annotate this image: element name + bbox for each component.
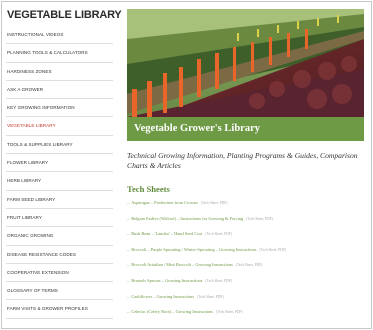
tech-sheet-meta: (Tech Sheet, PDF): [197, 294, 224, 299]
sidebar-item[interactable]: INSTRUCTIONAL VIDEOS: [6, 26, 113, 45]
list-dash: –: [127, 262, 130, 268]
hero-image: Vegetable Grower's Library: [127, 9, 364, 141]
list-dash: –: [127, 215, 130, 221]
tech-sheet-link[interactable]: Bush Bean – 'Lanoko' – Hand Seed Cost: [131, 231, 202, 236]
tech-sheet-meta: (Tech Sheet, PDF): [259, 247, 287, 252]
sidebar-item[interactable]: GLOSSARY OF TERMS: [6, 282, 113, 301]
tech-sheet-meta: (Tech Sheet, PDF): [205, 278, 233, 283]
tech-sheets-list: – Asparagus – Production from Crowns (Tech…: [127, 200, 364, 326]
tech-sheet-item: – Broccoli – Purple Sprouting / Winter-Sp…: [127, 246, 364, 264]
sidebar: VEGETABLE LIBRARY INSTRUCTIONAL VIDEOS PL…: [6, 6, 122, 328]
tech-sheet-item: – Belgian Endive (Witloof) – Instructions…: [127, 215, 364, 233]
sidebar-item[interactable]: ASK A GROWER: [6, 81, 113, 100]
tech-sheet-meta: (Tech Sheet, PDF): [216, 310, 243, 315]
sidebar-item[interactable]: FARM SEED LIBRARY: [6, 191, 113, 209]
tech-sheet-item: – Brussels Sprouts – Growing Instructions…: [127, 277, 364, 295]
list-dash: –: [127, 231, 130, 237]
sidebar-item[interactable]: TOOLS & SUPPLIES LIBRARY: [6, 136, 113, 155]
list-dash: –: [127, 200, 130, 205]
sidebar-item[interactable]: KEY GROWING INFORMATION: [6, 99, 113, 118]
tech-sheet-item: – Cauliflower – Growing Instructions (Tech…: [127, 293, 364, 311]
tech-sheet-link[interactable]: Broccoli Aritalian / Mini Broccoli – Gro…: [131, 262, 233, 267]
sidebar-item[interactable]: FARM VISITS & GROWER PROFILES: [6, 300, 113, 319]
tech-sheet-link[interactable]: Asparagus – Production from Crowns: [131, 200, 198, 205]
sidebar-item[interactable]: COOPERATIVE EXTENSION: [6, 264, 113, 283]
tech-sheet-meta: (Tech Sheet, PDF): [246, 216, 273, 221]
sidebar-item[interactable]: HARDINESS ZONES: [6, 63, 113, 81]
tech-sheet-item: – Broccoli Aritalian / Mini Broccoli – Gr…: [127, 263, 364, 279]
tech-sheet-meta: (Tech Sheet, PDF): [205, 232, 233, 237]
sidebar-title: VEGETABLE LIBRARY: [7, 9, 122, 21]
tech-sheet-meta: (Tech Sheet, PDF): [235, 263, 263, 268]
tech-sheet-item: – Celeriac (Celery Root) – Growing Instru…: [127, 309, 364, 326]
tech-sheet-link[interactable]: Celeriac (Celery Root) – Growing Instruc…: [131, 309, 213, 314]
sidebar-item[interactable]: ORGANIC GROWING: [6, 227, 113, 246]
list-dash: –: [127, 246, 130, 252]
list-dash: –: [127, 277, 130, 283]
sidebar-item[interactable]: FLOWER LIBRARY: [6, 154, 113, 173]
tech-sheet-link[interactable]: Belgian Endive (Witloof) – Instructions …: [131, 216, 243, 221]
list-dash: –: [127, 293, 130, 299]
page-frame: VEGETABLE LIBRARY INSTRUCTIONAL VIDEOS PL…: [1, 1, 372, 329]
sidebar-item[interactable]: FRUIT LIBRARY: [6, 209, 113, 228]
tech-sheet-link[interactable]: Broccoli – Purple Sprouting / Winter-Spr…: [131, 247, 256, 252]
tech-sheet-meta: (Tech Sheet, PDF): [200, 201, 228, 205]
library-intro: Technical Growing Information, Planting …: [127, 151, 358, 170]
list-dash: –: [127, 309, 130, 315]
sidebar-nav: INSTRUCTIONAL VIDEOS PLANNING TOOLS & CAL…: [6, 26, 113, 319]
tech-sheet-link[interactable]: Cauliflower – Growing Instructions: [131, 294, 194, 299]
sidebar-item[interactable]: PLANNING TOOLS & CALCULATORS: [6, 44, 113, 63]
tech-sheet-link[interactable]: Brussels Sprouts – Growing Instructions: [131, 278, 202, 283]
tech-sheets-heading: Tech Sheets: [127, 184, 170, 194]
sidebar-item[interactable]: HERB LIBRARY: [6, 172, 113, 191]
tech-sheet-item: – Bush Bean – 'Lanoko' – Hand Seed Cost (T…: [127, 231, 364, 248]
sidebar-item[interactable]: DISEASE RESISTANCE CODES: [6, 246, 113, 264]
hero-banner-title: Vegetable Grower's Library: [127, 117, 364, 141]
sidebar-item[interactable]: VEGETABLE LIBRARY: [6, 117, 113, 136]
main-content: Vegetable Grower's Library Technical Gro…: [127, 9, 364, 329]
tech-sheet-item: – Asparagus – Production from Crowns (Tech…: [127, 200, 364, 217]
